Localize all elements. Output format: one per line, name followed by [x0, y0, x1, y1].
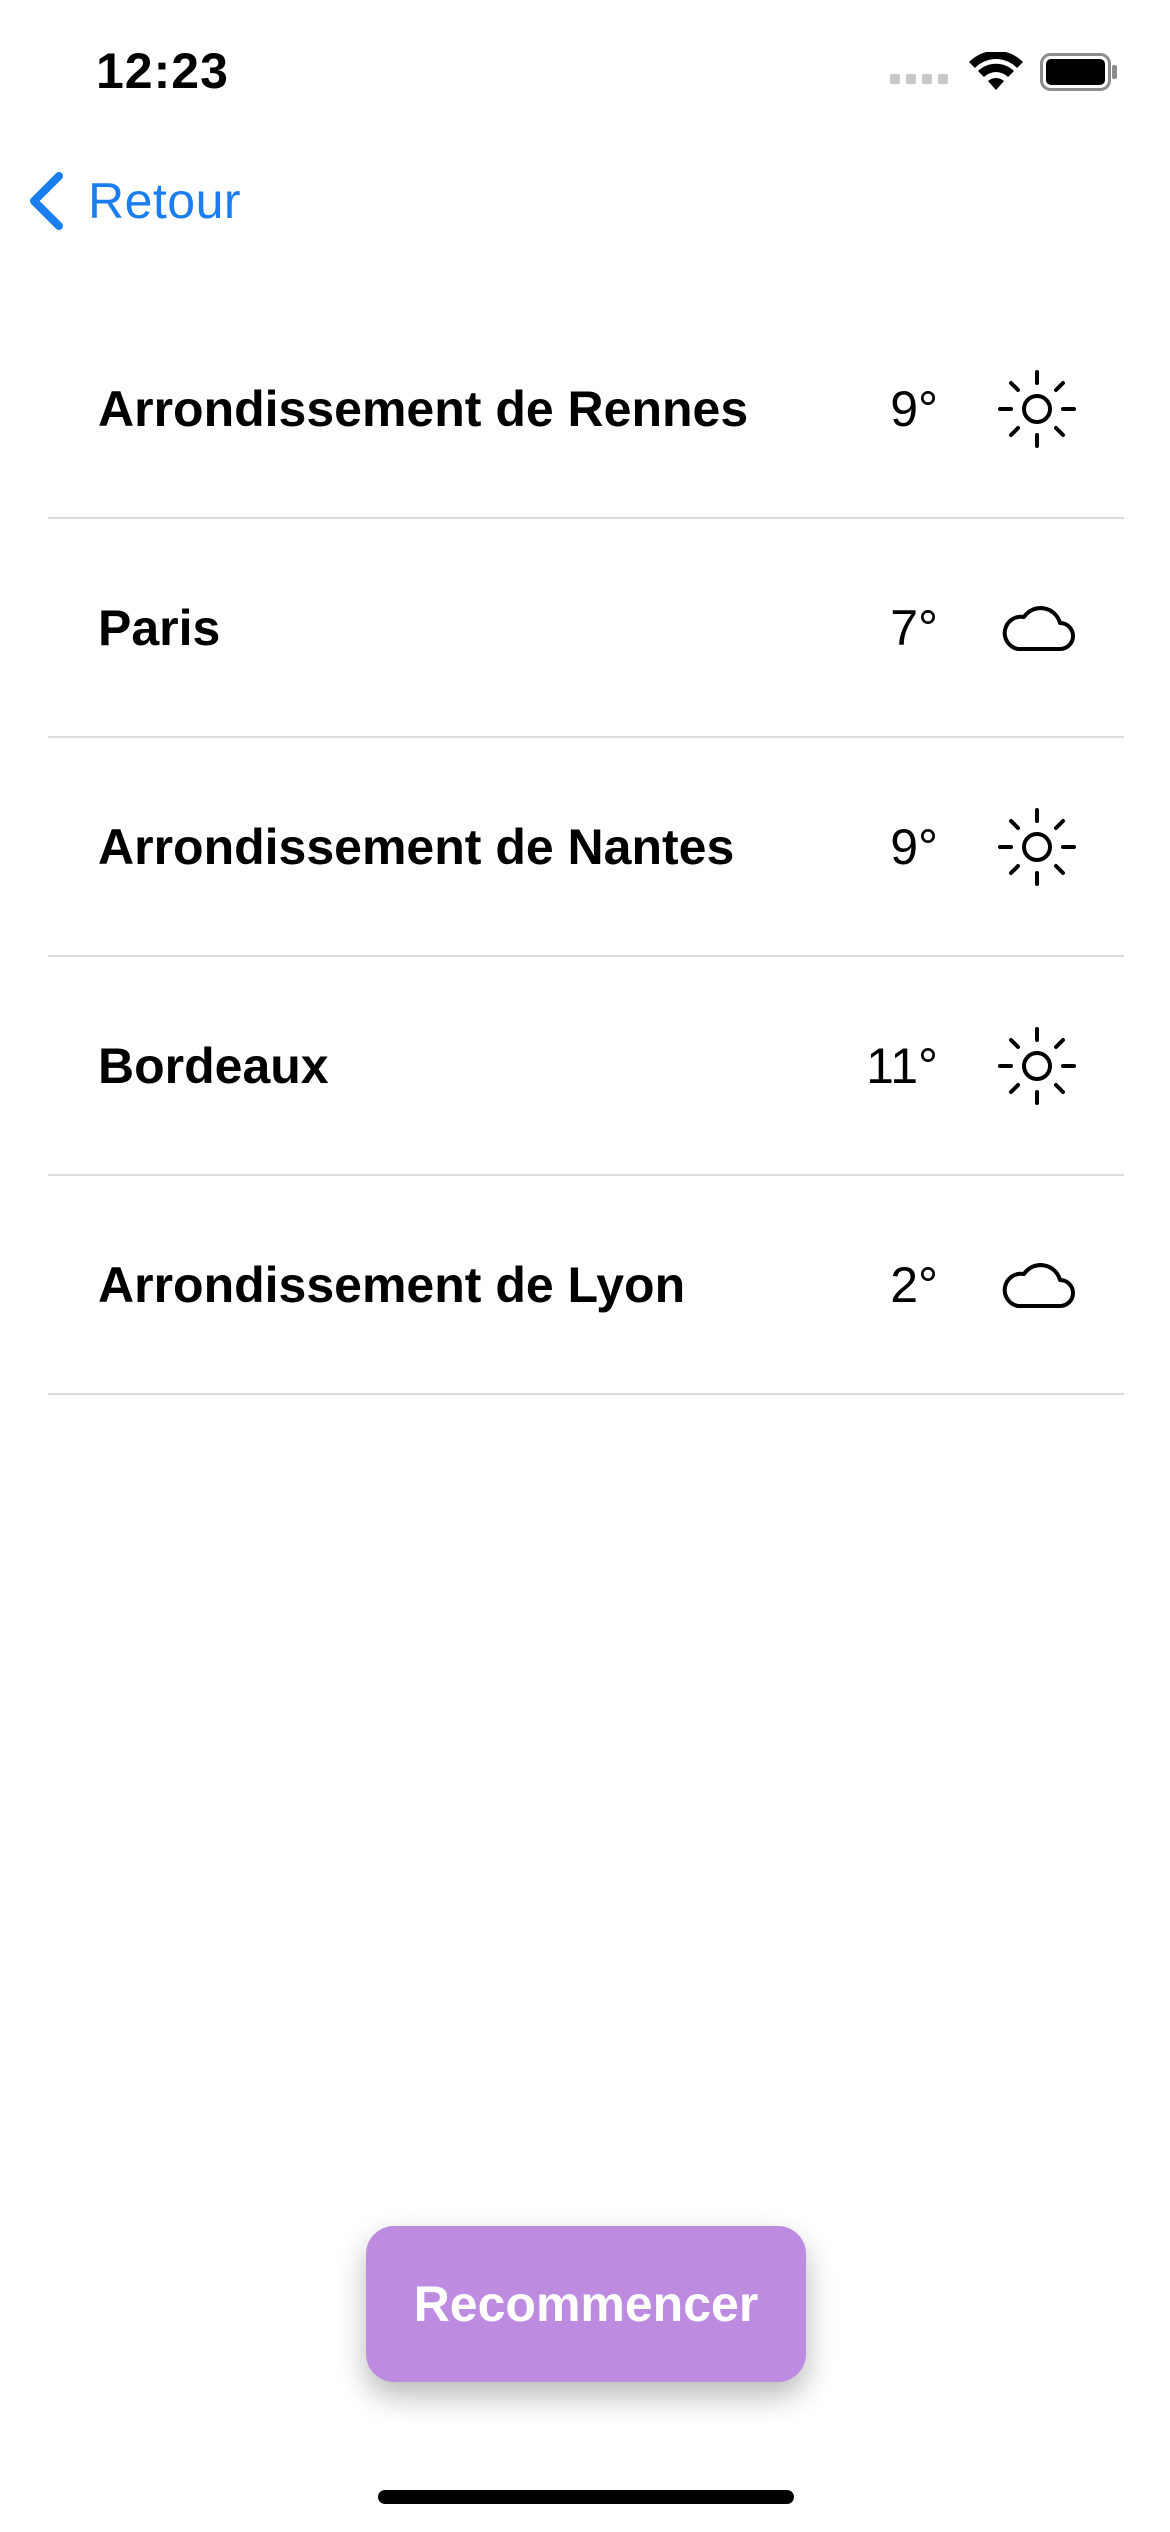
- city-name: Paris: [98, 599, 221, 656]
- status-bar: 12:23: [0, 0, 1170, 150]
- cloud-icon: [996, 1244, 1078, 1326]
- sun-icon: [996, 1025, 1078, 1107]
- status-icons: [890, 52, 1118, 92]
- sun-icon: [996, 368, 1078, 450]
- city-name: Bordeaux: [98, 1037, 329, 1094]
- status-time: 12:23: [96, 43, 229, 99]
- back-button-label: Retour: [88, 173, 242, 229]
- city-name: Arrondissement de Lyon: [98, 1256, 686, 1313]
- city-temperature: 9°: [890, 380, 938, 437]
- list-item[interactable]: Arrondissement de Rennes 9°: [48, 300, 1124, 519]
- battery-icon: [1040, 53, 1117, 91]
- city-temperature: 9°: [890, 818, 938, 875]
- city-name: Arrondissement de Nantes: [98, 818, 735, 875]
- city-name: Arrondissement de Rennes: [98, 380, 749, 437]
- list-item[interactable]: Arrondissement de Lyon 2°: [48, 1176, 1124, 1395]
- city-list: Arrondissement de Rennes 9° Paris 7° Arr…: [48, 300, 1124, 1395]
- cloud-icon: [996, 587, 1078, 669]
- back-button[interactable]: Retour: [26, 170, 241, 232]
- chevron-left-icon: [30, 172, 63, 230]
- city-temperature: 7°: [890, 599, 938, 656]
- list-item[interactable]: Arrondissement de Nantes 9°: [48, 738, 1124, 957]
- wifi-icon: [969, 52, 1023, 90]
- restart-button[interactable]: Recommencer: [366, 2226, 806, 2382]
- home-indicator[interactable]: [378, 2490, 794, 2504]
- cellular-signal-icon: [890, 60, 948, 84]
- list-item[interactable]: Bordeaux 11°: [48, 957, 1124, 1176]
- city-temperature: 11°: [866, 1037, 938, 1094]
- list-item[interactable]: Paris 7°: [48, 519, 1124, 738]
- city-temperature: 2°: [890, 1256, 938, 1313]
- sun-icon: [996, 806, 1078, 888]
